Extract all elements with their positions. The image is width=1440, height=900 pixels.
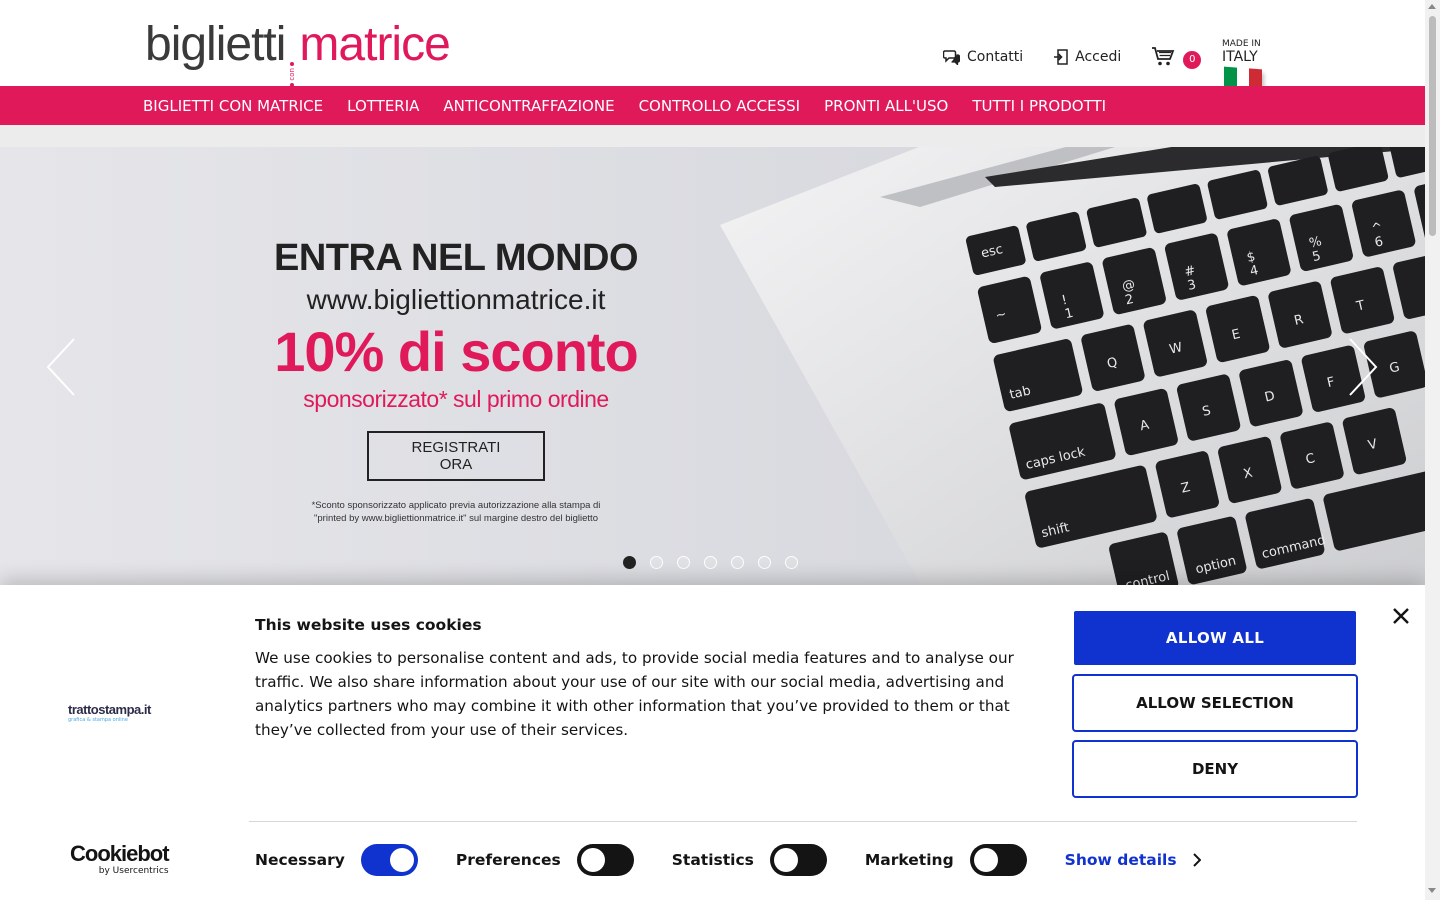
logo-word-matrice: matrice: [299, 18, 450, 71]
toggle-preferences: Preferences: [456, 844, 634, 876]
scrollbar-thumb[interactable]: [1429, 16, 1436, 236]
slider-prev-icon[interactable]: [46, 337, 76, 397]
hero-discount: 10% di sconto: [274, 320, 639, 383]
slider-dots: [623, 556, 812, 569]
toggle-label-marketing: Marketing: [864, 851, 954, 869]
toggle-label-preferences: Preferences: [455, 851, 561, 869]
slider-dot[interactable]: [785, 556, 798, 569]
toggle-necessary: Necessary: [255, 844, 418, 876]
contacts-label: Contatti: [967, 49, 1024, 65]
made-in-italy-badge: MADE IN ITALY: [1222, 39, 1270, 110]
toggle-label-statistics: Statistics: [671, 851, 754, 869]
site-logo[interactable]: biglietti con matrice: [145, 12, 451, 87]
contacts-link[interactable]: Contatti: [943, 49, 1023, 65]
cookie-consent-banner: trattostampa.it grafica & stampa online …: [0, 585, 1425, 900]
slider-dot[interactable]: [623, 556, 636, 569]
hero-url: www.bigliettionmatrice.it: [306, 284, 606, 315]
nav-item-controllo-accessi[interactable]: CONTROLLO ACCESSI: [639, 97, 801, 115]
slider-dot[interactable]: [758, 556, 771, 569]
hero-content: ENTRA NEL MONDO www.bigliettionmatrice.i…: [270, 237, 642, 525]
nav-item-pronti-all-uso[interactable]: PRONTI ALL'USO: [824, 97, 948, 115]
brand-tagline: grafica & stampa online: [68, 717, 128, 723]
nav-item-biglietti-con-matrice[interactable]: BIGLIETTI CON MATRICE: [143, 97, 323, 115]
chevron-right-icon: [1192, 853, 1201, 867]
allow-all-button[interactable]: ALLOW ALL: [1074, 611, 1356, 665]
made-in-label: MADE IN: [1222, 39, 1261, 49]
cookie-title: This website uses cookies: [255, 616, 482, 634]
nav-item-anticontraffazione[interactable]: ANTICONTRAFFAZIONE: [443, 97, 614, 115]
hero-subtitle: sponsorizzato* sul primo ordine: [303, 386, 609, 412]
statistics-switch[interactable]: [769, 844, 827, 876]
cookie-divider: [249, 821, 1357, 822]
hero-slider: esc ~! @ # $% ^ 123456 tab Q W E R T caps lock A S D…: [0, 147, 1425, 585]
cart-button[interactable]: 0: [1151, 46, 1202, 69]
hero-footnote-line1: *Sconto sponsorizzato applicato previa a…: [311, 500, 601, 511]
show-details-link[interactable]: Show details: [1065, 851, 1201, 869]
cart-icon: [1152, 47, 1175, 66]
hero-footnote: *Sconto sponsorizzato applicato previa a…: [270, 499, 642, 525]
marketing-switch[interactable]: [969, 844, 1027, 876]
slider-dot[interactable]: [650, 556, 663, 569]
toggle-marketing: Marketing: [865, 844, 1027, 876]
toggle-label-necessary: Necessary: [255, 851, 345, 869]
cookie-toggles: Necessary Preferences Statistics Marketi…: [255, 844, 1201, 876]
switch-knob: [773, 848, 798, 872]
hero-title: ENTRA NEL MONDO: [273, 237, 639, 279]
scroll-up-icon[interactable]: [1428, 4, 1436, 9]
cart-count-badge: 0: [1183, 51, 1202, 69]
toggle-statistics: Statistics: [672, 844, 827, 876]
necessary-switch[interactable]: [360, 844, 418, 876]
laptop-keyboard-image: esc ~!@#$%^ 123456 tabQWERT caps lockASD…: [720, 147, 1425, 585]
brand-name: trattostampa.it: [68, 702, 151, 717]
nav-item-tutti-i-prodotti[interactable]: TUTTI I PRODOTTI: [972, 97, 1106, 115]
switch-knob: [580, 848, 605, 872]
login-link[interactable]: Accedi: [1053, 49, 1121, 65]
chat-icon: [943, 49, 960, 65]
close-icon[interactable]: [1392, 607, 1410, 625]
nav-item-lotteria[interactable]: LOTTERIA: [347, 97, 419, 115]
hero-footnote-line2: "printed by www.bigliettionmatrice.it" s…: [314, 513, 598, 524]
switch-knob: [973, 848, 998, 872]
logo-connector-text: con: [288, 68, 297, 81]
sub-bar: [0, 125, 1425, 147]
deny-button[interactable]: DENY: [1072, 740, 1358, 798]
slider-dot[interactable]: [677, 556, 690, 569]
site-header: biglietti con matrice Contatti Accedi 0 …: [0, 0, 1425, 110]
page-scrollbar[interactable]: [1425, 0, 1440, 900]
slider-dot[interactable]: [731, 556, 744, 569]
logo-word-biglietti: biglietti: [145, 18, 286, 71]
show-details-label: Show details: [1064, 851, 1177, 869]
cookiebot-name: Cookiebot: [70, 841, 170, 866]
cookiebot-logo: Cookiebot by Usercentrics: [70, 841, 170, 877]
login-label: Accedi: [1075, 49, 1122, 65]
slider-dot[interactable]: [704, 556, 717, 569]
sign-in-icon: [1054, 49, 1068, 65]
register-button[interactable]: REGISTRATI ORA: [367, 431, 545, 481]
scroll-down-icon[interactable]: [1428, 888, 1436, 893]
switch-knob: [389, 848, 414, 872]
cookie-description: We use cookies to personalise content an…: [255, 649, 1014, 739]
allow-selection-button[interactable]: ALLOW SELECTION: [1072, 674, 1358, 732]
top-links: Contatti Accedi 0: [943, 46, 1202, 69]
cookiebot-by: by Usercentrics: [98, 866, 169, 876]
logo-dot: [290, 62, 295, 66]
trattostampa-logo: trattostampa.it grafica & stampa online: [68, 702, 151, 723]
main-nav: BIGLIETTI CON MATRICE LOTTERIA ANTICONTR…: [0, 86, 1425, 125]
italy-label: ITALY: [1222, 49, 1258, 65]
preferences-switch[interactable]: [576, 844, 634, 876]
slider-next-icon[interactable]: [1348, 337, 1378, 397]
